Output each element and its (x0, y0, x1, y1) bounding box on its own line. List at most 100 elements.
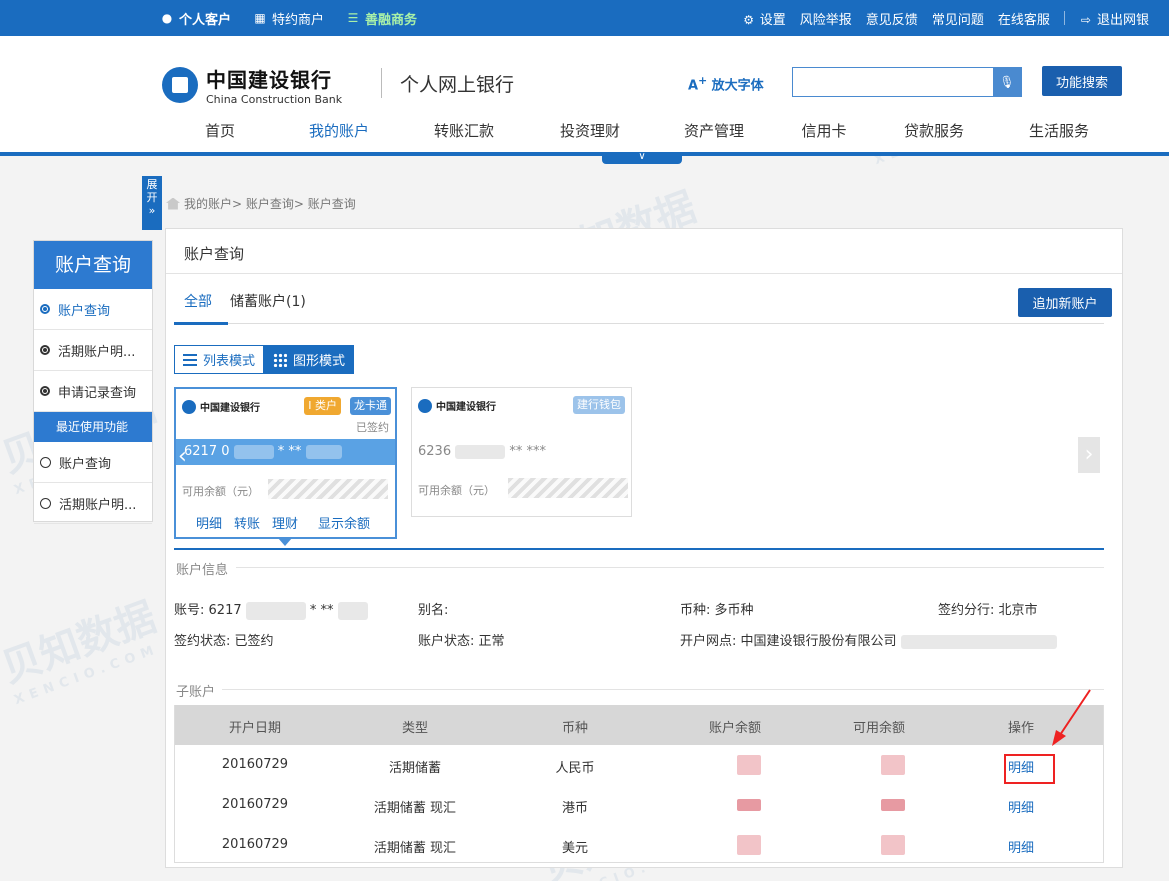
chevron-right-icon[interactable]: › (1078, 437, 1100, 473)
bank-logo[interactable]: 中国建设银行 China Construction Bank (162, 64, 342, 106)
tab-all[interactable]: 全部 (184, 291, 212, 311)
account-card[interactable]: 中国建设银行 建行钱包 6236 ** *** 可用余额（元） (411, 387, 632, 517)
divider (174, 548, 1104, 550)
search-input[interactable] (793, 68, 993, 96)
sidebar-item-application-records[interactable]: 申请记录查询 (34, 371, 152, 412)
active-tab-indicator (174, 322, 228, 325)
home-icon[interactable] (166, 197, 180, 210)
table-row: 20160729 活期储蓄 现汇 港币 明细 (175, 785, 1103, 825)
hidden-balance (508, 478, 628, 498)
divider (236, 567, 1104, 568)
account-card[interactable]: 中国建设银行 I 类户 龙卡通 已签约 6217 0 * ** 可用余额（元） … (174, 387, 397, 539)
tab-savings[interactable]: 储蓄账户(1) (230, 291, 306, 311)
sidebar-title: 账户查询 (34, 241, 152, 289)
logout-link[interactable]: ⇨ 退出网银 (1079, 9, 1149, 28)
enlarge-font-button[interactable]: A+ 放大字体 (688, 74, 764, 93)
nav-investment[interactable]: 投资理财 (560, 120, 620, 141)
gear-icon: ⚙ (743, 12, 754, 27)
divider (222, 689, 1104, 690)
function-search-button[interactable]: 功能搜索 (1042, 66, 1122, 96)
selected-card-pointer (278, 538, 292, 546)
column-header: 操作 (1007, 721, 1035, 736)
detail-link[interactable]: 明细 (196, 513, 222, 532)
nav-my-account[interactable]: 我的账户 (309, 120, 369, 141)
card-type-badge: 龙卡通 (350, 397, 391, 415)
cart-icon: ☰ (347, 11, 359, 25)
wallet-badge: 建行钱包 (573, 396, 625, 414)
feedback-link[interactable]: 意见反馈 (866, 9, 918, 28)
recent-item-account-query[interactable]: 账户查询 (34, 442, 152, 483)
chevron-down-icon[interactable]: ∨ (602, 152, 682, 164)
card-number: 6236 ** *** (418, 444, 547, 459)
faq-link[interactable]: 常见问题 (932, 9, 984, 28)
table-header: 开户日期 类型 币种 账户余额 可用余额 操作 (175, 705, 1103, 745)
detail-link[interactable]: 明细 (1008, 837, 1034, 856)
shanrong-link[interactable]: ☰ 善融商务 (346, 9, 417, 28)
class-badge: I 类户 (304, 397, 341, 415)
account-type: 活期储蓄 现汇 (373, 801, 457, 816)
add-account-button[interactable]: 追加新账户 (1018, 288, 1112, 317)
nav-bar-line (0, 152, 1169, 156)
main-panel: 账户查询 全部 储蓄账户(1) 追加新账户 列表模式 图形模式 中国建设银行 I… (165, 228, 1123, 868)
product-name: 个人网上银行 (400, 74, 515, 96)
masked-digits (337, 601, 368, 620)
clock-icon (40, 456, 51, 468)
nav-asset-management[interactable]: 资产管理 (684, 120, 744, 141)
wealth-link[interactable]: 理财 (272, 513, 298, 532)
online-service-link[interactable]: 在线客服 (998, 9, 1050, 28)
main-nav: 首页 我的账户 转账汇款 投资理财 资产管理 信用卡 贷款服务 生活服务 (0, 120, 1169, 150)
nav-credit-card[interactable]: 信用卡 (801, 120, 846, 141)
divider (1063, 11, 1065, 25)
masked-balance (737, 755, 761, 775)
transfer-link[interactable]: 转账 (234, 513, 260, 532)
microphone-icon[interactable]: 🎙 (993, 68, 1021, 96)
nav-home[interactable]: 首页 (205, 120, 235, 141)
masked-balance (737, 835, 761, 855)
masked-digits (305, 444, 342, 459)
section-title-account-info: 账户信息 (176, 563, 229, 578)
table-row: 20160729 活期储蓄 人民币 明细 (175, 745, 1103, 785)
account-type: 活期储蓄 现汇 (373, 841, 457, 856)
alias: 别名: (418, 603, 449, 618)
risk-report-link[interactable]: 风险举报 (800, 9, 852, 28)
open-date: 20160729 (221, 837, 289, 852)
breadcrumb: 我的账户> 账户查询> 账户查询 (166, 195, 356, 212)
nav-life-services[interactable]: 生活服务 (1029, 120, 1089, 141)
signing-branch: 签约分行: 北京市 (938, 603, 1038, 618)
settings-link[interactable]: ⚙ 设置 (742, 9, 786, 28)
recent-item-current-detail[interactable]: 活期账户明... (34, 483, 152, 524)
available-balance-label: 可用余额（元） (418, 484, 495, 497)
nav-transfer[interactable]: 转账汇款 (434, 120, 494, 141)
search-box: 🎙 (792, 67, 1022, 97)
circle-icon (40, 345, 50, 355)
top-bar: ● 个人客户 ▦ 特约商户 ☰ 善融商务 ⚙ 设置 风险举报 意见反馈 常见问题… (0, 0, 1169, 36)
ccb-logo-icon (182, 399, 196, 414)
sidebar-item-account-query[interactable]: 账户查询 (34, 289, 152, 330)
personal-customer-link[interactable]: ● 个人客户 (160, 9, 231, 28)
currency: 人民币 (555, 761, 595, 776)
page-title: 账户查询 (184, 245, 245, 263)
red-arrow-annotation (1052, 689, 1091, 746)
column-header: 币种 (561, 721, 589, 736)
list-mode-button[interactable]: 列表模式 (174, 345, 265, 374)
available-balance-label: 可用余额（元） (182, 485, 259, 498)
merchant-link[interactable]: ▦ 特约商户 (253, 9, 324, 28)
hidden-balance (268, 479, 388, 499)
recent-functions-title: 最近使用功能 (34, 412, 152, 442)
nav-loan[interactable]: 贷款服务 (904, 120, 964, 141)
signed-status: 已签约 (356, 421, 389, 434)
show-balance-link[interactable]: 显示余额 (318, 513, 370, 532)
open-date: 20160729 (221, 797, 289, 812)
sidebar-item-current-detail[interactable]: 活期账户明... (34, 330, 152, 371)
table-row: 20160729 活期储蓄 现汇 美元 明细 (175, 825, 1103, 865)
masked-text (900, 634, 1057, 649)
graphic-mode-button[interactable]: 图形模式 (264, 345, 355, 374)
sub-accounts-table: 开户日期 类型 币种 账户余额 可用余额 操作 20160729 活期储蓄 人民… (174, 705, 1104, 863)
signing-status: 签约状态: 已签约 (174, 634, 274, 649)
watermark: 贝知数据XENCIO.COM (0, 594, 162, 709)
detail-link[interactable]: 明细 (1008, 797, 1034, 816)
section-title-sub-accounts: 子账户 (176, 685, 216, 700)
expand-sidebar-button[interactable]: 展开 » (142, 176, 162, 230)
divider (166, 273, 1122, 274)
chevron-left-icon[interactable]: ‹ (178, 441, 194, 473)
